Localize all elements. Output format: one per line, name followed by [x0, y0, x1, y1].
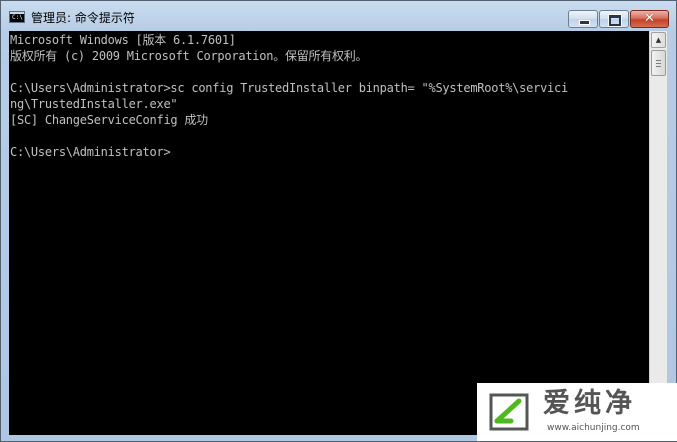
grip-line: [656, 60, 661, 61]
title-bar[interactable]: C:\ 管理员: 命令提示符 ✕: [1, 1, 676, 31]
grip-line: [656, 66, 661, 67]
maximize-icon: [608, 14, 622, 27]
command-prompt-window: C:\ 管理员: 命令提示符 ✕ Microsoft Windows [版本 6…: [0, 0, 677, 442]
console-line: 版权所有 (c) 2009 Microsoft Corporation。保留所有…: [10, 49, 368, 63]
maximize-button[interactable]: [599, 10, 629, 28]
console-app-icon-label: C:\: [12, 14, 23, 21]
minimize-button[interactable]: [568, 10, 598, 28]
console-line: Microsoft Windows [版本 6.1.7601]: [10, 33, 236, 47]
console-line: ng\TrustedInstaller.exe": [10, 97, 178, 111]
vertical-scrollbar[interactable]: ▲ ▼: [649, 31, 667, 435]
close-icon: ✕: [644, 11, 655, 26]
arrow-up-icon: ▲: [655, 36, 662, 44]
console-output-area[interactable]: Microsoft Windows [版本 6.1.7601] 版权所有 (c)…: [9, 31, 649, 435]
window-title: 管理员: 命令提示符: [31, 11, 135, 25]
watermark-logo-icon: [489, 393, 529, 431]
console-prompt-line[interactable]: C:\Users\Administrator>: [10, 145, 171, 159]
watermark-name: 爱纯净: [543, 388, 636, 419]
console-app-icon[interactable]: C:\: [9, 11, 25, 23]
scrollbar-thumb[interactable]: [651, 50, 666, 76]
watermark-url: www.aichunjing.com: [547, 423, 640, 433]
console-line: C:\Users\Administrator>sc config Trusted…: [10, 81, 568, 95]
watermark: 爱纯净 www.aichunjing.com: [477, 383, 677, 441]
scroll-up-button[interactable]: ▲: [651, 32, 666, 48]
minimize-icon: [579, 20, 590, 25]
grip-line: [656, 63, 661, 64]
console-text: Microsoft Windows [版本 6.1.7601] 版权所有 (c)…: [10, 32, 568, 160]
close-button[interactable]: ✕: [630, 10, 669, 28]
console-line: [SC] ChangeServiceConfig 成功: [10, 113, 208, 127]
